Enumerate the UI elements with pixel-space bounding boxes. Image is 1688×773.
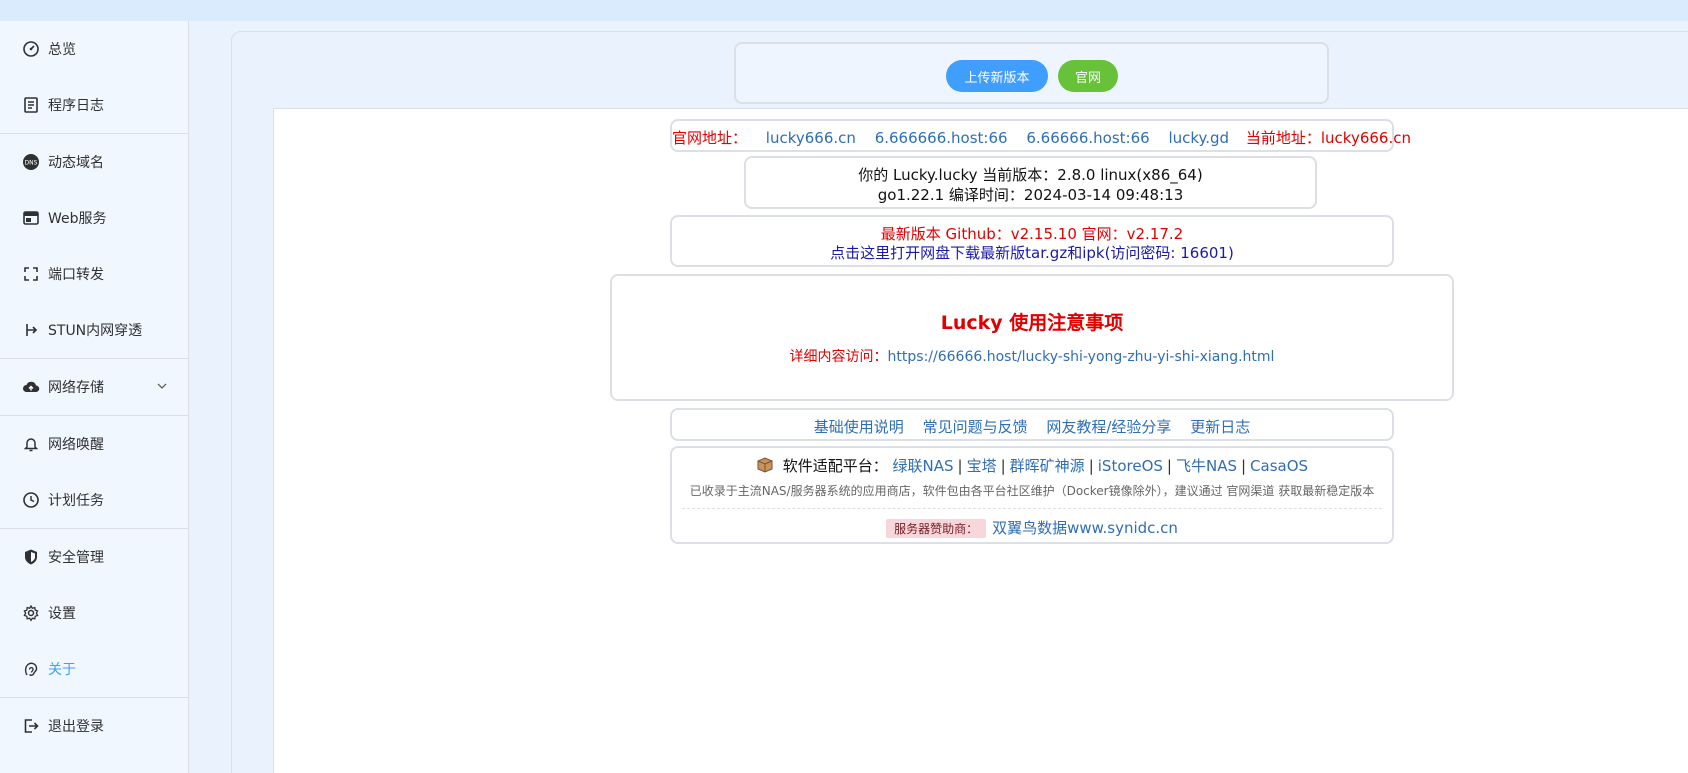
sidebar: 总览 程序日志 DNS 动态域名 Web服务 端口转发 STUN内网穿透 网络存…: [0, 21, 189, 773]
separator: |: [1240, 457, 1247, 475]
sidebar-item-label: 退出登录: [48, 719, 104, 735]
platform-istoreos[interactable]: iStoreOS: [1098, 457, 1163, 475]
separator: |: [1000, 457, 1006, 475]
sidebar-item-label: STUN内网穿透: [48, 323, 143, 339]
sidebar-item-web[interactable]: Web服务: [0, 190, 189, 246]
shield-icon: [22, 548, 40, 566]
site-link-2[interactable]: 6.666666.host:66: [875, 129, 1008, 147]
upload-new-version-button[interactable]: 上传新版本: [946, 60, 1048, 92]
sidebar-item-logout[interactable]: 退出登录: [0, 698, 189, 754]
notice-box: Lucky 使用注意事项 详细内容访问：https://66666.host/l…: [610, 274, 1454, 401]
docs-link-tutorials[interactable]: 网友教程/经验分享: [1046, 418, 1171, 436]
docs-link-faq[interactable]: 常见问题与反馈: [923, 418, 1028, 436]
logout-icon: [22, 717, 40, 735]
sidebar-item-label: 关于: [48, 662, 76, 678]
about-content: 官网地址： lucky666.cn 6.666666.host:66 6.666…: [273, 108, 1688, 773]
sponsor-link[interactable]: 双翼鸟数据www.synidc.cn: [992, 519, 1178, 537]
site-addresses-box: 官网地址： lucky666.cn 6.666666.host:66 6.666…: [670, 119, 1411, 152]
clock-icon: [22, 491, 40, 509]
notice-title: Lucky 使用注意事项: [940, 312, 1124, 334]
download-link[interactable]: 点击这里打开网盘下载最新版tar.gz和ipk(访问密码: 16601): [672, 242, 1392, 263]
latest-version-box: 最新版本 Github：v2.15.10 官网：v2.17.2 点击这里打开网盘…: [670, 215, 1394, 267]
about-icon: [22, 660, 40, 678]
notice-detail-label: 详细内容访问：: [789, 349, 888, 365]
sidebar-item-about[interactable]: 关于: [0, 641, 189, 697]
dns-icon: DNS: [22, 153, 40, 171]
sidebar-item-label: 安全管理: [48, 550, 104, 566]
site-link-3[interactable]: 6.66666.host:66: [1026, 129, 1149, 147]
version-info-box: 你的 Lucky.lucky 当前版本：2.8.0 linux(x86_64) …: [744, 156, 1317, 209]
action-bar: 上传新版本 官网: [734, 42, 1329, 104]
separator: |: [957, 457, 963, 475]
version-line-2: go1.22.1 编译时间：2024-03-14 09:48:13: [877, 186, 1184, 204]
log-icon: [22, 96, 40, 114]
platform-ugreen[interactable]: 绿联NAS: [893, 457, 954, 475]
official-site-button[interactable]: 官网: [1058, 60, 1118, 92]
sidebar-item-logs[interactable]: 程序日志: [0, 77, 189, 133]
stun-icon: [22, 321, 40, 339]
sidebar-item-stun[interactable]: STUN内网穿透: [0, 302, 189, 358]
package-icon: [756, 456, 774, 478]
separator: |: [1088, 457, 1094, 475]
platforms-note: 已收录于主流NAS/服务器系统的应用商店，软件包由各平台社区维护（Docker镜…: [689, 484, 1375, 498]
gear-icon: [22, 604, 40, 622]
chevron-down-icon[interactable]: [155, 379, 169, 393]
sidebar-item-label: 端口转发: [48, 267, 104, 283]
sidebar-item-security[interactable]: 安全管理: [0, 529, 189, 585]
sidebar-item-label: 网络唤醒: [48, 437, 104, 453]
docs-link-basic[interactable]: 基础使用说明: [814, 418, 904, 436]
bell-icon: [22, 435, 40, 453]
docs-links-box: 基础使用说明 常见问题与反馈 网友教程/经验分享 更新日志: [670, 408, 1394, 441]
cloud-storage-icon: [22, 378, 40, 396]
web-icon: [22, 209, 40, 227]
site-link-1[interactable]: lucky666.cn: [766, 129, 856, 147]
notice-detail-link[interactable]: https://66666.host/lucky-shi-yong-zhu-yi…: [888, 349, 1275, 365]
sidebar-item-overview[interactable]: 总览: [0, 21, 189, 77]
site-address-label: 官网地址：: [672, 129, 748, 147]
sidebar-item-storage[interactable]: 网络存储: [0, 359, 189, 415]
platform-baota[interactable]: 宝塔: [967, 457, 997, 475]
svg-text:DNS: DNS: [25, 160, 38, 167]
port-forward-icon: [22, 265, 40, 283]
top-bar: [0, 0, 1688, 21]
platform-casaos[interactable]: CasaOS: [1250, 457, 1308, 475]
sidebar-item-port-forward[interactable]: 端口转发: [0, 246, 189, 302]
sidebar-item-label: 程序日志: [48, 98, 104, 114]
sidebar-item-label: 动态域名: [48, 155, 104, 171]
sidebar-item-ddns[interactable]: DNS 动态域名: [0, 134, 189, 190]
dashed-divider: [682, 508, 1382, 509]
current-address-value: lucky666.cn: [1320, 129, 1411, 147]
current-address-label: 当前地址：: [1245, 129, 1321, 147]
platforms-label: 软件适配平台：: [782, 457, 888, 475]
sidebar-item-label: 设置: [48, 606, 76, 622]
platforms-box: 软件适配平台： 绿联NAS | 宝塔 | 群晖矿神源 | iStoreOS | 飞牛NAS | Ca…: [670, 446, 1394, 544]
version-line-1: 你的 Lucky.lucky 当前版本：2.8.0 linux(x86_64): [858, 166, 1203, 184]
platform-fnnas[interactable]: 飞牛NAS: [1176, 457, 1237, 475]
sidebar-item-label: 网络存储: [48, 380, 104, 396]
separator: |: [1166, 457, 1172, 475]
sponsor-label: 服务器赞助商：: [886, 519, 987, 538]
sidebar-item-label: Web服务: [48, 211, 107, 227]
platform-synology[interactable]: 群晖矿神源: [1010, 457, 1085, 475]
site-link-4[interactable]: lucky.gd: [1168, 129, 1229, 147]
sidebar-item-schedule[interactable]: 计划任务: [0, 472, 189, 528]
sidebar-item-label: 总览: [48, 42, 76, 58]
dashboard-icon: [22, 40, 40, 58]
sidebar-item-label: 计划任务: [48, 493, 104, 509]
docs-link-changelog[interactable]: 更新日志: [1190, 418, 1250, 436]
latest-version-line: 最新版本 Github：v2.15.10 官网：v2.17.2: [880, 225, 1184, 243]
sidebar-item-wol[interactable]: 网络唤醒: [0, 416, 189, 472]
sidebar-item-settings[interactable]: 设置: [0, 585, 189, 641]
